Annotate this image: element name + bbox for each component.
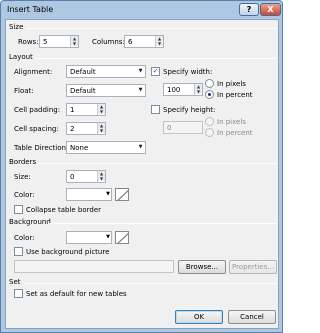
height-in-percent-radio[interactable] (205, 128, 214, 137)
alignment-select[interactable]: Default ▼ (66, 65, 146, 78)
columns-spinner[interactable]: 6 ▲ ▼ (124, 35, 164, 48)
height-value: 0 (167, 124, 172, 132)
float-label: Float: (14, 87, 34, 95)
cell-padding-spinner[interactable]: 1 ▲ ▼ (66, 103, 106, 116)
layout-separator (34, 58, 276, 59)
title-bar[interactable]: Insert Table ? X (1, 1, 282, 19)
cell-padding-label: Cell padding: (14, 106, 61, 114)
set-as-default-checkbox[interactable] (14, 289, 23, 298)
collapse-border-checkbox[interactable] (14, 205, 23, 214)
size-separator (26, 28, 276, 29)
cancel-button[interactable]: Cancel (228, 310, 276, 324)
width-spinner[interactable]: 100 ▲ ▼ (163, 83, 203, 96)
border-size-value: 0 (70, 173, 75, 181)
border-size-spinner[interactable]: 0 ▲ ▼ (66, 170, 106, 183)
alignment-value: Default (70, 68, 96, 76)
cell-padding-value: 1 (70, 106, 75, 114)
width-in-percent-radio[interactable] (205, 90, 214, 99)
collapse-border-label: Collapse table border (26, 206, 102, 214)
background-heading: Background (9, 218, 51, 226)
table-direction-label: Table Direction: (14, 144, 69, 152)
properties-button[interactable]: Properties... (229, 260, 277, 274)
height-in-pixels-label: In pixels (217, 118, 246, 126)
specify-height-checkbox[interactable] (151, 105, 160, 114)
height-in-pixels-radio[interactable] (205, 117, 214, 126)
alignment-label: Alignment: (14, 68, 53, 76)
chevron-down-icon: ▼ (106, 191, 110, 197)
specify-height-label: Specify height: (163, 106, 216, 114)
cell-spacing-down-arrow-icon[interactable]: ▼ (98, 128, 105, 133)
border-size-down-arrow-icon[interactable]: ▼ (98, 176, 105, 181)
rows-spinner[interactable]: 5 ▲ ▼ (39, 35, 79, 48)
chevron-down-icon: ▼ (138, 87, 143, 93)
help-button[interactable]: ? (239, 3, 259, 16)
columns-value: 6 (128, 38, 133, 46)
borders-separator (38, 163, 276, 164)
borders-heading: Borders (9, 158, 37, 166)
columns-label: Columns: (92, 38, 125, 46)
set-heading: Set (9, 278, 21, 286)
height-spinner[interactable]: 0 (163, 121, 203, 134)
width-in-pixels-label: In pixels (217, 80, 246, 88)
set-as-default-label: Set as default for new tables (26, 290, 127, 298)
chevron-down-icon: ▼ (138, 144, 143, 150)
chevron-down-icon: ▼ (106, 234, 110, 240)
size-heading: Size (9, 23, 24, 31)
dialog-body: Size Rows: 5 ▲ ▼ Columns: 6 ▲ ▼ Layout Ali… (5, 19, 279, 329)
cell-spacing-label: Cell spacing: (14, 125, 59, 133)
browse-button[interactable]: Browse... (178, 260, 226, 274)
width-in-pixels-radio[interactable] (205, 79, 214, 88)
table-direction-value: None (70, 144, 89, 152)
close-button[interactable]: X (260, 3, 281, 16)
set-separator (24, 283, 276, 284)
layout-heading: Layout (9, 53, 33, 61)
dialog-title: Insert Table (7, 5, 54, 14)
rows-down-arrow-icon[interactable]: ▼ (71, 41, 78, 46)
no-color-swatch-icon[interactable] (115, 188, 129, 201)
width-down-arrow-icon[interactable]: ▼ (195, 89, 202, 94)
specify-width-label: Specify width: (163, 68, 213, 76)
width-in-percent-label: In percent (217, 91, 253, 99)
float-value: Default (70, 87, 96, 95)
background-color-picker[interactable]: ▼ (66, 231, 112, 244)
ok-button[interactable]: OK (175, 310, 223, 324)
use-background-picture-label: Use background picture (26, 248, 110, 256)
background-separator (48, 223, 276, 224)
border-color-picker[interactable]: ▼ (66, 188, 112, 201)
insert-table-dialog: Insert Table ? X Size Rows: 5 ▲ ▼ Columns… (0, 0, 283, 333)
height-in-percent-label: In percent (217, 129, 253, 137)
background-picture-path-input[interactable] (14, 260, 174, 273)
rows-label: Rows: (18, 38, 39, 46)
width-value: 100 (167, 86, 181, 94)
cell-spacing-value: 2 (70, 125, 75, 133)
float-select[interactable]: Default ▼ (66, 84, 146, 97)
cell-spacing-spinner[interactable]: 2 ▲ ▼ (66, 122, 106, 135)
columns-down-arrow-icon[interactable]: ▼ (156, 41, 163, 46)
chevron-down-icon: ▼ (138, 68, 143, 74)
border-color-label: Color: (14, 191, 35, 199)
no-color-swatch-icon[interactable] (115, 231, 129, 244)
cell-padding-down-arrow-icon[interactable]: ▼ (98, 109, 105, 114)
specify-width-checkbox[interactable]: ✓ (151, 67, 160, 76)
use-background-picture-checkbox[interactable] (14, 247, 23, 256)
border-size-label: Size: (14, 173, 31, 181)
table-direction-select[interactable]: None ▼ (66, 141, 146, 154)
background-color-label: Color: (14, 234, 35, 242)
rows-value: 5 (43, 38, 48, 46)
